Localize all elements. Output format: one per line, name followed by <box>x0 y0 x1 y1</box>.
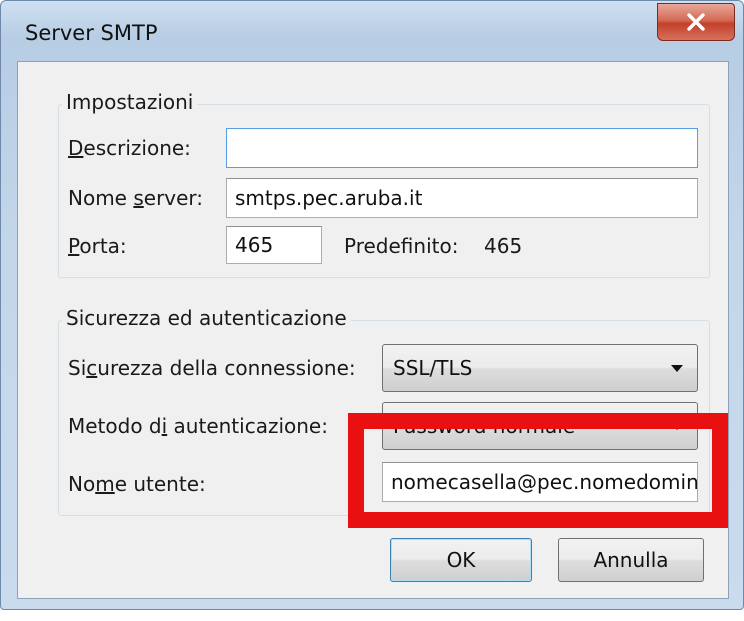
red-highlight-frame <box>348 413 728 528</box>
connection-security-value: SSL/TLS <box>393 356 473 380</box>
description-input[interactable] <box>226 128 698 168</box>
security-legend: Sicurezza ed autenticazione <box>62 306 351 330</box>
connection-security-label: Sicurezza della connessione: <box>68 356 356 380</box>
server-name-input[interactable]: smtps.pec.aruba.it <box>226 178 698 218</box>
title-bar[interactable]: Server SMTP <box>1 1 743 61</box>
default-port-label: Predefinito: <box>344 234 459 258</box>
ok-button[interactable]: OK <box>390 538 532 582</box>
username-label: Nome utente: <box>68 472 206 496</box>
server-name-label: Nome server: <box>68 186 204 210</box>
auth-method-label: Metodo di autenticazione: <box>68 414 328 438</box>
chevron-down-icon <box>671 365 683 372</box>
default-port-value: 465 <box>484 234 523 258</box>
connection-security-select[interactable]: SSL/TLS <box>382 344 698 392</box>
cancel-button[interactable]: Annulla <box>558 538 704 582</box>
description-label: Descrizione: <box>68 136 191 160</box>
port-label: Porta: <box>68 234 127 258</box>
window-title: Server SMTP <box>25 21 158 45</box>
settings-legend: Impostazioni <box>62 90 198 114</box>
close-icon <box>687 13 705 31</box>
port-input[interactable]: 465 <box>226 226 322 264</box>
close-button[interactable] <box>657 3 735 41</box>
